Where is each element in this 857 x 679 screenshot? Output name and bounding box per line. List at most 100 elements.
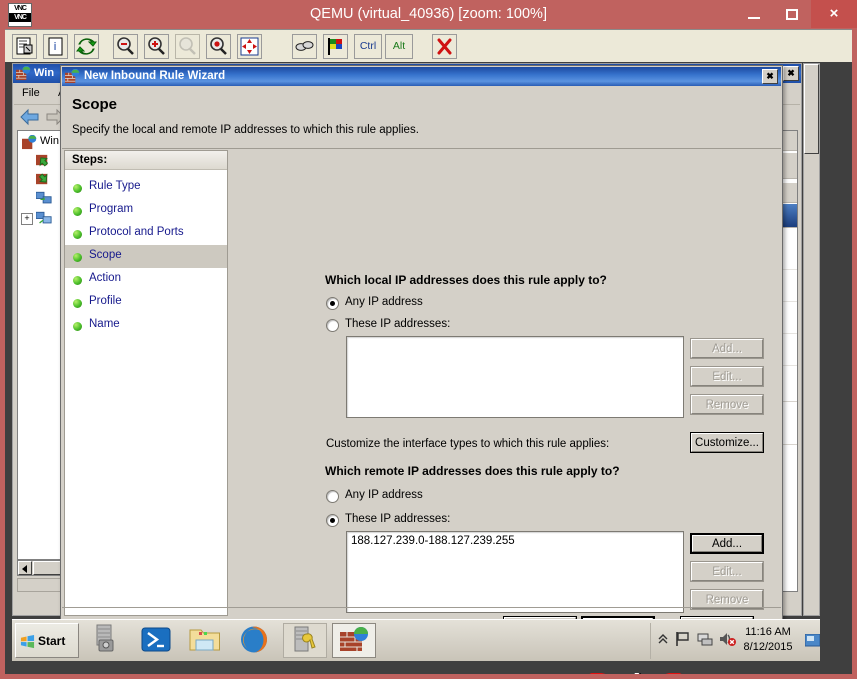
remote-ip-list-item[interactable]: 188.127.239.0-188.127.239.255 bbox=[351, 535, 515, 547]
file-explorer-icon bbox=[189, 629, 220, 651]
alt-key-button[interactable]: Alt bbox=[385, 34, 413, 59]
window-minimize-button[interactable] bbox=[735, 0, 773, 28]
step-bullet-icon bbox=[73, 184, 82, 193]
step-bullet-icon bbox=[73, 299, 82, 308]
zoom-disabled-icon bbox=[175, 34, 200, 59]
remote-add-button[interactable]: Add... bbox=[690, 533, 764, 554]
local-any-ip-label: Any IP address bbox=[345, 296, 423, 308]
page-title: Scope bbox=[72, 96, 118, 113]
window-close-button[interactable]: × bbox=[811, 0, 857, 28]
step-label: Name bbox=[89, 318, 120, 330]
customize-button-label: Customize... bbox=[691, 433, 763, 452]
zoom-out-icon[interactable] bbox=[113, 34, 138, 59]
outbound-rules-icon bbox=[36, 173, 48, 185]
mmc-close-button[interactable]: ✖ bbox=[783, 66, 799, 81]
ctrl-key-label: Ctrl bbox=[359, 40, 377, 52]
remote-these-ip-label: These IP addresses: bbox=[345, 513, 451, 525]
customize-button[interactable]: Customize... bbox=[690, 432, 764, 453]
clock-date[interactable]: 8/12/2015 bbox=[733, 641, 803, 653]
system-tray: 11:16 AM 8/12/2015 bbox=[650, 623, 820, 659]
close-icon: ✖ bbox=[787, 68, 795, 78]
flag-icon[interactable] bbox=[675, 631, 691, 647]
step-profile[interactable]: Profile bbox=[65, 291, 227, 314]
steps-header: Steps: bbox=[65, 151, 227, 170]
local-ip-listbox[interactable] bbox=[346, 336, 684, 418]
page-subtitle: Specify the local and remote IP addresse… bbox=[72, 124, 419, 136]
step-program[interactable]: Program bbox=[65, 199, 227, 222]
taskbar-server-manager[interactable] bbox=[87, 623, 131, 658]
tree-expander-icon[interactable]: + bbox=[21, 213, 33, 225]
show-desktop-button[interactable] bbox=[805, 634, 820, 647]
step-action[interactable]: Action bbox=[65, 268, 227, 291]
steps-header-label: Steps: bbox=[72, 154, 108, 166]
chain-icon[interactable] bbox=[292, 34, 317, 59]
step-name[interactable]: Name bbox=[65, 314, 227, 337]
taskbar: Start 11:16 AM 8/12/2015 bbox=[12, 619, 820, 661]
step-rule-type[interactable]: Rule Type bbox=[65, 176, 227, 199]
vnc-viewer-window: VNC VNC QEMU (virtual_40936) [zoom: 100%… bbox=[0, 0, 857, 679]
disconnect-icon[interactable] bbox=[432, 34, 457, 59]
inbound-rules-icon bbox=[36, 154, 49, 167]
remote-ip-listbox[interactable]: 188.127.239.0-188.127.239.255 bbox=[346, 531, 684, 613]
step-scope[interactable]: Scope bbox=[65, 245, 227, 268]
step-bullet-icon bbox=[73, 207, 82, 216]
step-label: Program bbox=[89, 203, 134, 215]
remote-any-ip-radio[interactable] bbox=[326, 490, 339, 503]
start-label: Start bbox=[38, 634, 66, 648]
flag-icon[interactable] bbox=[323, 34, 348, 59]
local-add-button: Add... bbox=[690, 338, 764, 359]
taskbar-tools[interactable] bbox=[283, 623, 327, 658]
local-question-label: Which local IP addresses does this rule … bbox=[325, 273, 607, 287]
wizard-header: Scope Specify the local and remote IP ad… bbox=[62, 86, 781, 148]
desktop-vertical-scrollbar[interactable] bbox=[803, 63, 820, 616]
close-icon: × bbox=[829, 5, 839, 22]
svg-text:i: i bbox=[53, 40, 56, 53]
local-any-ip-radio[interactable] bbox=[326, 297, 339, 310]
local-add-button-label: Add... bbox=[691, 339, 763, 358]
show-hidden-icons-chevron[interactable] bbox=[657, 633, 669, 645]
menu-file[interactable]: File bbox=[22, 87, 40, 99]
new-inbound-rule-wizard-dialog[interactable]: New Inbound Rule Wizard ✖ Scope Specify … bbox=[60, 65, 783, 638]
server-manager-icon bbox=[96, 624, 114, 652]
window-maximize-button[interactable] bbox=[773, 0, 811, 28]
customize-interface-label: Customize the interface types to which t… bbox=[326, 438, 610, 450]
tree-item-inbound-rules[interactable] bbox=[36, 153, 51, 171]
taskbar-windows-firewall[interactable] bbox=[332, 623, 376, 658]
step-bullet-icon bbox=[73, 253, 82, 262]
guest-desktop: Win ❐ ✖ File A bbox=[5, 62, 852, 674]
scroll-left-arrow[interactable] bbox=[18, 561, 32, 575]
connection-info-icon[interactable]: i bbox=[43, 34, 68, 59]
wizard-steps-pane: Steps: Rule Type Program Protocol and Po… bbox=[64, 150, 228, 616]
step-protocol-and-ports[interactable]: Protocol and Ports bbox=[65, 222, 227, 245]
taskbar-powershell[interactable] bbox=[136, 623, 180, 658]
tree-item-connection-security[interactable] bbox=[35, 191, 52, 209]
options-icon[interactable] bbox=[12, 34, 37, 59]
ctrl-key-button[interactable]: Ctrl bbox=[354, 34, 382, 59]
network-icon[interactable] bbox=[697, 631, 713, 647]
remote-these-ip-radio[interactable] bbox=[326, 514, 339, 527]
start-button[interactable]: Start bbox=[15, 623, 79, 658]
refresh-icon[interactable] bbox=[74, 34, 99, 59]
zoom-fit-icon[interactable] bbox=[206, 34, 231, 59]
clock-time[interactable]: 11:16 AM bbox=[733, 626, 803, 638]
remote-question-label: Which remote IP addresses does this rule… bbox=[325, 464, 620, 478]
firewall-icon bbox=[340, 627, 368, 651]
wizard-close-button[interactable]: ✖ bbox=[762, 69, 778, 84]
step-bullet-icon bbox=[73, 230, 82, 239]
vnc-window-title: QEMU (virtual_40936) [zoom: 100%] bbox=[310, 6, 547, 22]
tree-item-outbound-rules[interactable] bbox=[36, 172, 51, 190]
step-bullet-icon bbox=[73, 276, 82, 285]
step-label: Protocol and Ports bbox=[89, 226, 184, 238]
taskbar-firefox[interactable] bbox=[234, 623, 278, 658]
scroll-thumb[interactable] bbox=[804, 64, 819, 154]
step-label: Rule Type bbox=[89, 180, 141, 192]
fullscreen-icon[interactable] bbox=[237, 34, 262, 59]
vnc-toolbar: i Ctrl Alt bbox=[5, 29, 852, 62]
zoom-in-icon[interactable] bbox=[144, 34, 169, 59]
back-arrow-icon[interactable] bbox=[19, 107, 41, 127]
local-these-ip-radio[interactable] bbox=[326, 319, 339, 332]
minimize-icon bbox=[748, 17, 760, 19]
firewall-icon bbox=[16, 66, 31, 81]
taskbar-file-explorer[interactable] bbox=[185, 623, 229, 658]
monitoring-icon bbox=[36, 211, 52, 224]
